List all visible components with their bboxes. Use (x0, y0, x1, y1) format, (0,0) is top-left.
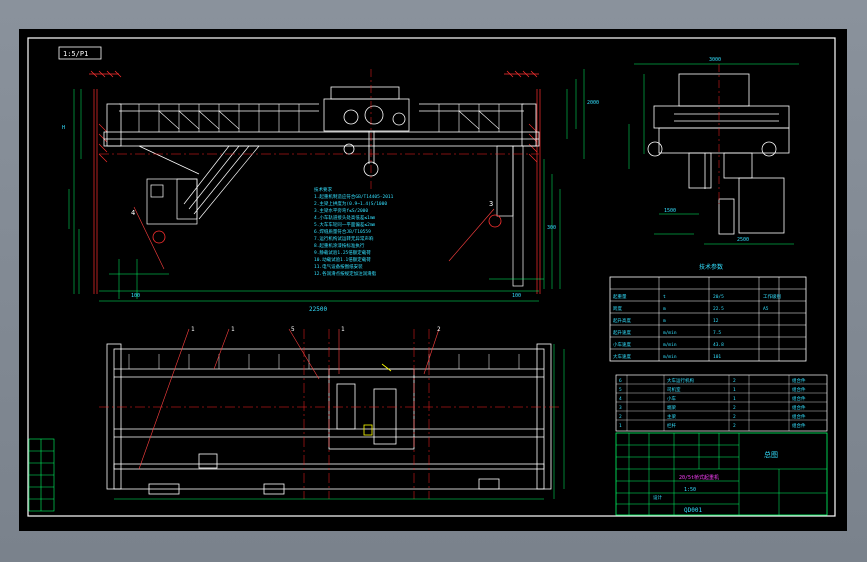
svg-text:1.起重机制造应符合GB/T14405-2011: 1.起重机制造应符合GB/T14405-2011 (314, 193, 394, 200)
svg-text:10.动载试验1.1倍额定载荷: 10.动载试验1.1倍额定载荷 (314, 256, 371, 263)
side-view: 3000 1500 2500 (628, 57, 799, 245)
svg-text:3.主梁水平旁弯f≤S/2000: 3.主梁水平旁弯f≤S/2000 (314, 207, 368, 214)
svg-text:2: 2 (437, 326, 441, 333)
svg-text:起升高度: 起升高度 (613, 317, 631, 324)
svg-text:A5: A5 (763, 306, 769, 312)
front-view: 4 3 H 100 100 2000 300 22500 技术要求 1.起重机制… (62, 69, 599, 313)
svg-text:1: 1 (619, 423, 622, 429)
tech-notes: 技术要求 1.起重机制造应符合GB/T14405-2011 2.主梁上拱度为(0… (314, 186, 394, 277)
corner-tag: 1:5/P1 (58, 46, 102, 60)
svg-text:t: t (663, 294, 666, 300)
svg-text:2000: 2000 (587, 100, 599, 106)
svg-text:组合件: 组合件 (792, 377, 806, 384)
svg-text:4.小车轨道接头处高低差≤1mm: 4.小车轨道接头处高低差≤1mm (314, 214, 376, 221)
side-strip-table (28, 438, 55, 512)
svg-text:5: 5 (619, 387, 622, 393)
drawing-canvas: 1:5/P1 4 3 H 100 100 2000 300 22500 技术要求… (27, 37, 836, 517)
svg-text:m: m (663, 307, 666, 312)
svg-text:组合件: 组合件 (792, 404, 806, 411)
svg-text:2: 2 (619, 414, 622, 420)
svg-text:m/min: m/min (663, 342, 677, 348)
svg-text:1: 1 (231, 326, 235, 333)
svg-text:H: H (62, 125, 65, 131)
svg-text:小车: 小车 (667, 395, 676, 402)
svg-text:100: 100 (512, 293, 521, 299)
drawing-sheet: 1:5/P1 4 3 H 100 100 2000 300 22500 技术要求… (19, 29, 847, 531)
svg-text:起升速度: 起升速度 (613, 329, 631, 336)
svg-text:2: 2 (733, 414, 736, 420)
svg-text:12: 12 (713, 318, 719, 324)
plan-view: 1 1 5 1 2 (99, 326, 565, 500)
svg-text:100: 100 (131, 293, 140, 299)
svg-text:主梁: 主梁 (667, 413, 676, 420)
svg-text:2: 2 (733, 378, 736, 384)
svg-text:2: 2 (733, 423, 736, 429)
svg-text:43.8: 43.8 (713, 342, 724, 348)
svg-text:起重量: 起重量 (613, 293, 627, 300)
column-hatch (98, 123, 538, 163)
svg-text:300: 300 (547, 225, 556, 231)
svg-text:101: 101 (713, 354, 721, 360)
svg-text:m/min: m/min (663, 330, 677, 336)
svg-text:2: 2 (733, 405, 736, 411)
svg-text:11.电气设备按图纸安装: 11.电气设备按图纸安装 (314, 263, 363, 270)
svg-text:跨度: 跨度 (613, 305, 622, 312)
main-girder (103, 103, 540, 147)
parts-list: 6 大车运行机构 2 组合件 5 司机室 1 组合件 4 小车 1 组合件 3 … (615, 374, 828, 432)
svg-text:12.各润滑点按规定加注润滑脂: 12.各润滑点按规定加注润滑脂 (314, 270, 377, 277)
cad-viewer: 1:5/P1 4 3 H 100 100 2000 300 22500 技术要求… (0, 0, 867, 562)
svg-text:大车运行机构: 大车运行机构 (667, 377, 694, 384)
svg-text:工作级别: 工作级别 (763, 293, 781, 300)
svg-text:m/min: m/min (663, 354, 677, 360)
svg-text:6.焊缝质量符合JB/T10559: 6.焊缝质量符合JB/T10559 (314, 228, 371, 235)
corner-tag-text: 1:5/P1 (63, 50, 88, 58)
svg-text:22.5: 22.5 (713, 306, 724, 312)
svg-text:1: 1 (733, 387, 736, 393)
svg-text:端梁: 端梁 (667, 404, 676, 411)
svg-text:技术参数: 技术参数 (699, 263, 723, 271)
svg-text:3000: 3000 (709, 57, 721, 63)
svg-text:大车速度: 大车速度 (613, 353, 631, 360)
svg-text:司机室: 司机室 (667, 386, 681, 393)
param-table: 技术参数 起重量 t 20/5 跨度 m 22.5 起升高度 m 12 起升速度… (609, 263, 807, 362)
leader-4-label: 4 (131, 209, 135, 217)
svg-text:4: 4 (619, 396, 622, 402)
title-block-scale: 1:50 (684, 487, 696, 493)
title-block-drawing-no: QD001 (684, 507, 702, 514)
svg-text:1500: 1500 (664, 208, 676, 214)
trolley (323, 86, 410, 177)
span-dim: 22500 (309, 306, 327, 313)
svg-text:栏杆: 栏杆 (667, 422, 676, 429)
svg-text:5: 5 (291, 326, 295, 333)
svg-text:7.运行机构试运转无异常声响: 7.运行机构试运转无异常声响 (314, 235, 374, 242)
leader-3-label: 3 (489, 200, 493, 208)
svg-text:1: 1 (733, 396, 736, 402)
svg-text:小车速度: 小车速度 (613, 341, 631, 348)
svg-text:3: 3 (619, 405, 622, 411)
svg-text:6: 6 (619, 378, 622, 384)
title-block: 总图 20/5t桥式起重机 1:50 QD001 设计 (615, 432, 828, 516)
title-block-designer: 设计 (653, 494, 662, 501)
svg-text:组合件: 组合件 (792, 386, 806, 393)
svg-text:9.静载试验1.25倍额定载荷: 9.静载试验1.25倍额定载荷 (314, 249, 371, 256)
svg-text:20/5: 20/5 (713, 294, 724, 300)
svg-text:1: 1 (191, 326, 195, 333)
svg-text:2.主梁上拱度为(0.9~1.4)S/1000: 2.主梁上拱度为(0.9~1.4)S/1000 (314, 200, 387, 207)
cabin-truss (138, 145, 260, 225)
railing-posts (138, 104, 500, 132)
title-block-title: 20/5t桥式起重机 (679, 474, 719, 481)
wall-left-hatch (89, 70, 122, 294)
svg-text:技术要求: 技术要求 (314, 186, 332, 193)
svg-text:7.5: 7.5 (713, 330, 721, 336)
svg-text:m: m (663, 319, 666, 324)
svg-text:2500: 2500 (737, 237, 749, 243)
svg-text:1: 1 (341, 326, 345, 333)
title-block-sheet: 总图 (764, 450, 778, 459)
svg-text:8.起重机涂漆按标准执行: 8.起重机涂漆按标准执行 (314, 242, 365, 249)
right-column (496, 145, 524, 287)
svg-text:组合件: 组合件 (792, 422, 806, 429)
svg-text:组合件: 组合件 (792, 413, 806, 420)
svg-text:5.大车车轮同一平面偏差≤2mm: 5.大车车轮同一平面偏差≤2mm (314, 221, 376, 228)
svg-text:组合件: 组合件 (792, 395, 806, 402)
